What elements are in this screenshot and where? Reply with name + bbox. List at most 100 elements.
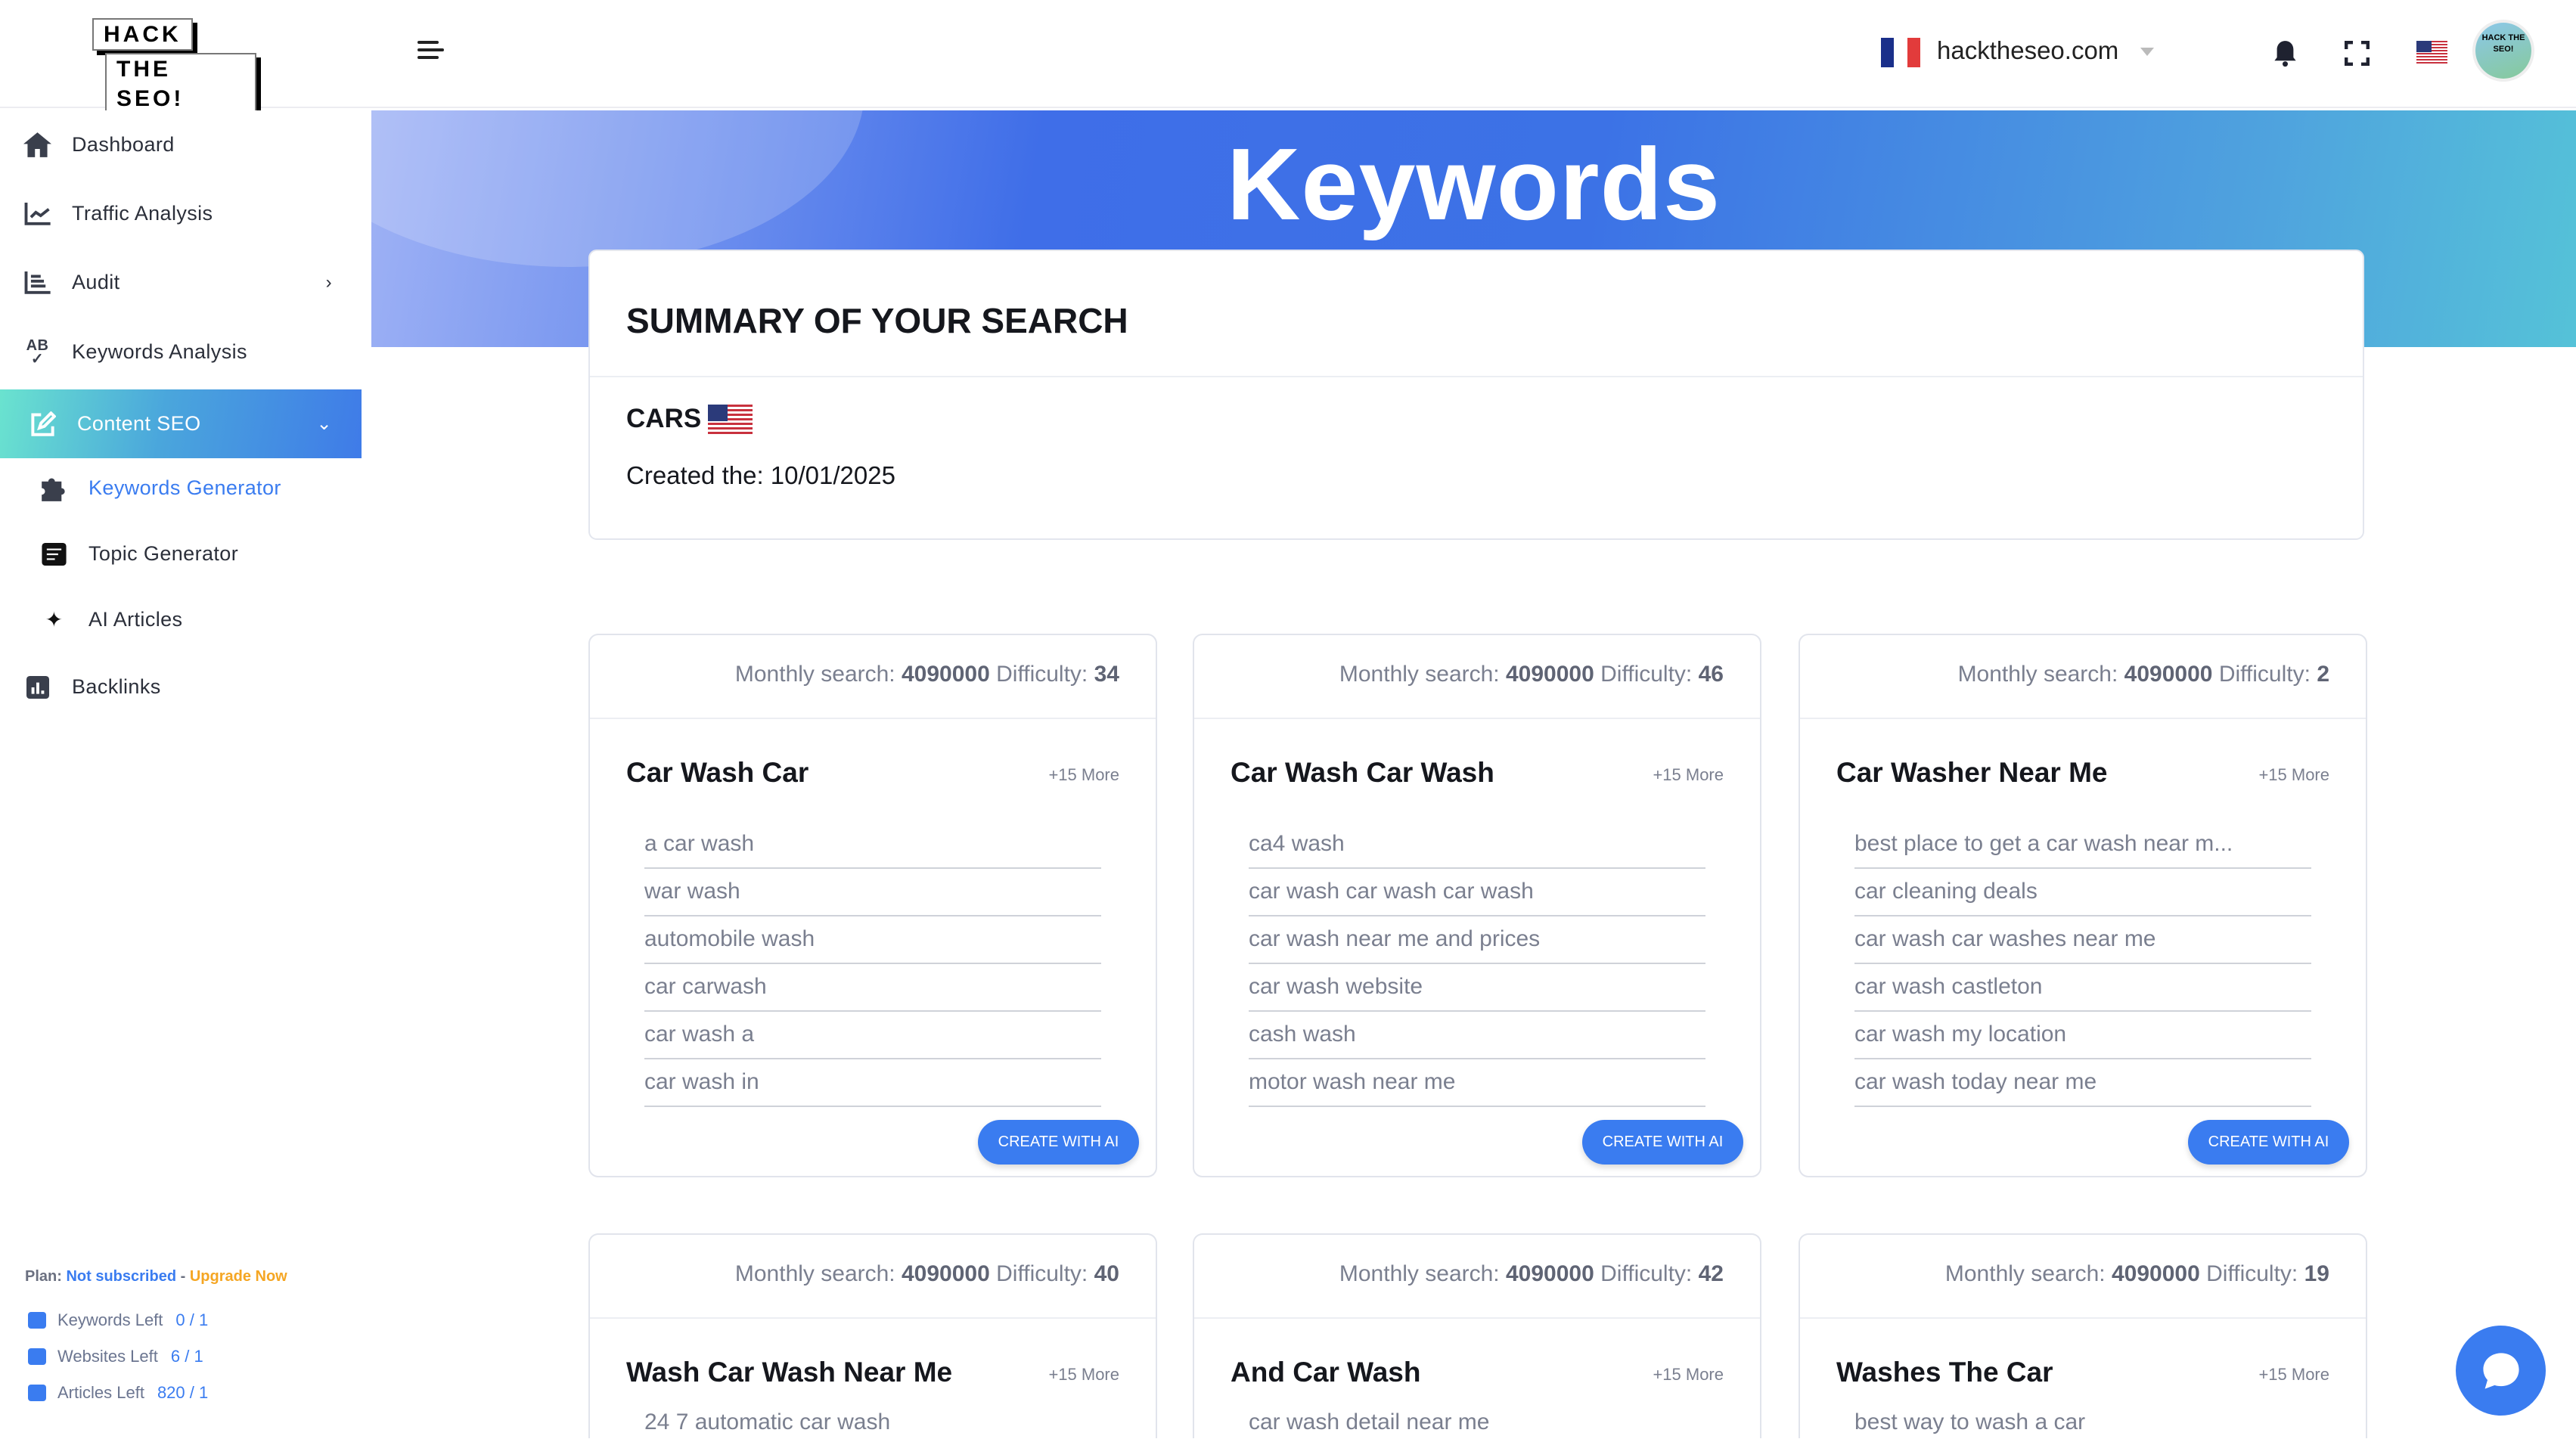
sidebar-item-topic-generator[interactable]: Topic Generator (0, 521, 362, 587)
monthly-value: 4090000 (901, 662, 990, 687)
spellcheck-icon: AB ✓ (26, 336, 49, 368)
avatar[interactable]: HACK THE SEO! (2475, 23, 2531, 79)
keyword-item: 24 7 automatic car wash (644, 1410, 891, 1434)
search-summary-card: SUMMARY OF YOUR SEARCH CARS Created the:… (588, 250, 2364, 540)
card-stats: Monthly search: 4090000 Difficulty: 2 (1958, 662, 2329, 687)
keyword-item: car carwash (644, 966, 1101, 1012)
caret-down-icon[interactable] (2140, 48, 2154, 56)
quota-value: 0 / 1 (175, 1310, 209, 1329)
create-with-ai-button[interactable]: CREATE WITH AI (2188, 1120, 2349, 1165)
france-flag-icon[interactable] (1881, 38, 1920, 67)
chevron-down-icon: ⌄ (316, 414, 332, 434)
plan-value: Not subscribed (66, 1268, 177, 1285)
sidebar-item-audit[interactable]: Audit › (0, 248, 362, 317)
card-stats: Monthly search: 4090000 Difficulty: 34 (735, 662, 1119, 687)
monthly-value: 4090000 (1505, 1261, 1594, 1286)
keyword-item: war wash (644, 870, 1101, 916)
difficulty-label: Difficulty: (996, 1261, 1088, 1286)
monthly-value: 4090000 (2124, 662, 2213, 687)
top-header (0, 0, 2576, 108)
bell-icon[interactable] (2272, 39, 2298, 71)
keyword-item: car wash in (644, 1061, 1101, 1107)
sidebar-item-backlinks[interactable]: Backlinks (0, 653, 362, 721)
keyword-card: Monthly search: 4090000 Difficulty: 42 A… (1193, 1233, 1761, 1438)
difficulty-value: 40 (1094, 1261, 1119, 1286)
sidebar-item-ai-articles[interactable]: ✦ AI Articles (0, 587, 362, 653)
monthly-label: Monthly search: (734, 1261, 895, 1286)
sidebar-item-label: Dashboard (72, 133, 175, 156)
logo[interactable]: HACK THE SEO! (92, 18, 256, 115)
sidebar: Dashboard Traffic Analysis Audit › AB ✓ K… (0, 110, 370, 1438)
divider (1800, 1317, 2366, 1319)
monthly-label: Monthly search: (1339, 1261, 1500, 1286)
difficulty-label: Difficulty: (2206, 1261, 2298, 1286)
logo-text-1: HACK (92, 18, 193, 51)
keyword-item: a car wash (644, 823, 1101, 869)
create-with-ai-button[interactable]: CREATE WITH AI (1582, 1120, 1743, 1165)
keyword-card: Monthly search: 4090000 Difficulty: 19 W… (1799, 1233, 2367, 1438)
more-keywords-link[interactable]: +15 More (1048, 1365, 1119, 1385)
keyword-card: Monthly search: 4090000 Difficulty: 40 W… (588, 1233, 1157, 1438)
monthly-value: 4090000 (2111, 1261, 2200, 1286)
keyword-item: car cleaning deals (1854, 870, 2311, 916)
divider (590, 376, 2363, 377)
domain-selector[interactable]: hacktheseo.com (1937, 36, 2118, 65)
keyword-item: car wash website (1249, 966, 1705, 1012)
card-stats: Monthly search: 4090000 Difficulty: 42 (1339, 1261, 1724, 1287)
card-stats: Monthly search: 4090000 Difficulty: 46 (1339, 662, 1724, 687)
us-flag-language-icon[interactable] (2416, 41, 2447, 64)
sidebar-item-label: Backlinks (72, 675, 161, 698)
card-title: Car Washer Near Me (1836, 757, 2108, 788)
keyword-item: car wash my location (1854, 1013, 2311, 1059)
plan-label: Plan: (25, 1268, 62, 1285)
difficulty-value: 42 (1698, 1261, 1724, 1286)
fullscreen-icon[interactable] (2345, 41, 2370, 70)
logo-text-2: THE SEO! (105, 53, 256, 115)
keyword-item: car wash detail near me (1249, 1410, 1490, 1434)
more-keywords-link[interactable]: +15 More (2258, 1365, 2329, 1385)
monthly-value: 4090000 (1505, 662, 1594, 687)
divider (590, 718, 1156, 719)
edit-icon (28, 409, 57, 439)
keyword-item: motor wash near me (1249, 1061, 1705, 1107)
more-keywords-link[interactable]: +15 More (1653, 1365, 1724, 1385)
keyword-list: car wash detail near me (1249, 1406, 1705, 1439)
sparkles-icon: ✦ (45, 608, 64, 631)
difficulty-label: Difficulty: (1600, 1261, 1693, 1286)
card-title: Wash Car Wash Near Me (626, 1357, 953, 1388)
sidebar-item-dashboard[interactable]: Dashboard (0, 110, 362, 179)
card-title: Car Wash Car Wash (1231, 757, 1494, 788)
more-keywords-link[interactable]: +15 More (1048, 765, 1119, 785)
sidebar-item-keywords-analysis[interactable]: AB ✓ Keywords Analysis (0, 318, 362, 386)
sidebar-item-label: Topic Generator (88, 542, 239, 565)
quota-websites: Websites Left 6 / 1 (28, 1347, 203, 1366)
home-icon (23, 130, 52, 160)
keyword-item: car wash a (644, 1013, 1101, 1059)
sidebar-item-keywords-generator[interactable]: Keywords Generator (0, 455, 362, 521)
keyword-card: Monthly search: 4090000 Difficulty: 2 Ca… (1799, 634, 2367, 1177)
keyword-item: automobile wash (644, 918, 1101, 964)
keyword-item: cash wash (1249, 1013, 1705, 1059)
create-with-ai-button[interactable]: CREATE WITH AI (978, 1120, 1139, 1165)
chat-button[interactable] (2456, 1326, 2546, 1416)
monthly-value: 4090000 (901, 1261, 990, 1286)
line-chart-icon (23, 199, 52, 228)
divider (590, 1317, 1156, 1319)
sidebar-item-label: AI Articles (88, 608, 183, 631)
sidebar-item-traffic-analysis[interactable]: Traffic Analysis (0, 179, 362, 248)
more-keywords-link[interactable]: +15 More (1653, 765, 1724, 785)
card-title: Car Wash Car (626, 757, 809, 788)
difficulty-label: Difficulty: (1600, 662, 1693, 687)
keyword-card: Monthly search: 4090000 Difficulty: 34 C… (588, 634, 1157, 1177)
more-keywords-link[interactable]: +15 More (2258, 765, 2329, 785)
sidebar-item-label: Traffic Analysis (72, 202, 213, 225)
keyword-item: car wash car washes near me (1854, 918, 2311, 964)
keyword-item: ca4 wash (1249, 823, 1705, 869)
puzzle-icon (39, 473, 69, 503)
difficulty-value: 46 (1698, 662, 1724, 687)
keyword-list: 24 7 automatic car wash (644, 1406, 1101, 1439)
upgrade-now-link[interactable]: Upgrade Now (190, 1268, 287, 1285)
menu-toggle-icon[interactable] (417, 41, 444, 64)
sidebar-item-label: Keywords Generator (88, 476, 281, 499)
sidebar-item-content-seo[interactable]: Content SEO ⌄ (0, 389, 362, 458)
